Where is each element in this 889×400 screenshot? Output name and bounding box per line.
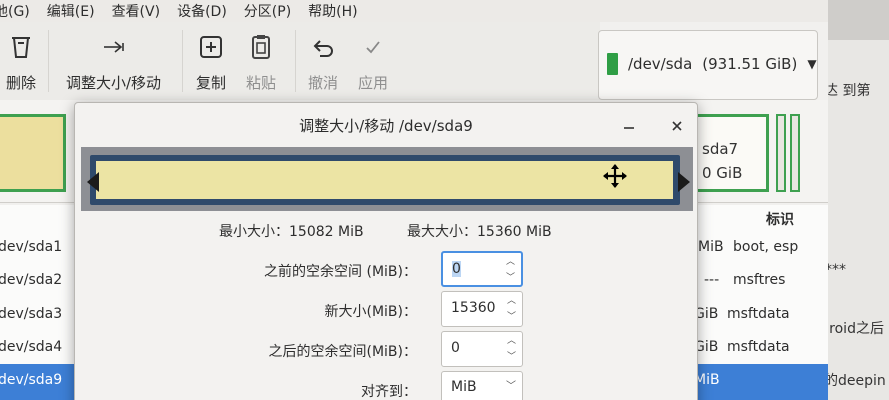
partition-block[interactable] [0, 114, 66, 192]
new-size-value: 15360 [451, 300, 496, 316]
background-text-line1: 了xdroid之后 [828, 321, 884, 337]
left-resize-handle[interactable] [87, 172, 99, 192]
menu-edit[interactable]: 编辑(E) [47, 1, 95, 21]
max-size-value: 15360 MiB [477, 224, 552, 240]
paste-icon [249, 32, 273, 62]
undo-label: 撤消 [308, 74, 339, 92]
partition-block-size: 0 GiB [702, 164, 743, 182]
chevron-up-icon[interactable]: ︿ [507, 296, 516, 306]
align-label: 对齐到： [361, 384, 417, 400]
copy-label: 复制 [196, 74, 227, 92]
move-cursor-icon [603, 164, 627, 188]
background-text: 达 到第 [828, 83, 871, 99]
partition-block[interactable] [776, 114, 786, 192]
max-size-caption: 最大大小： [407, 224, 477, 240]
partition-block-sda7[interactable]: sda7 0 GiB [695, 114, 769, 192]
close-icon [672, 121, 682, 131]
resize-move-button[interactable]: 调整大小/移动 [66, 32, 161, 93]
chevron-down-icon[interactable]: ﹀ [507, 352, 516, 362]
chevron-up-icon[interactable]: ︿ [507, 336, 516, 346]
min-size-caption: 最小大小： [219, 224, 289, 240]
toolbar-separator [48, 30, 49, 92]
chevron-down-icon[interactable]: ﹀ [507, 312, 516, 322]
delete-label: 删除 [6, 74, 37, 92]
paste-button[interactable]: 粘贴 [246, 32, 276, 93]
background-titlebar [828, 0, 889, 40]
paste-label: 粘贴 [246, 74, 277, 92]
align-select[interactable]: MiB ﹀ [441, 371, 523, 400]
chevron-down-icon: ﹀ [506, 381, 516, 392]
partition-block[interactable] [790, 114, 800, 192]
partition-block-text: sda7 0 GiB [702, 137, 742, 185]
delete-icon [9, 32, 33, 62]
partition-block-name: sda7 [702, 140, 739, 158]
device-selector[interactable]: /dev/sda (931.51 GiB) ▼ [598, 30, 818, 100]
background-text-line2: 最新的deepin [828, 373, 886, 389]
resize-move-label: 调整大小/移动 [66, 74, 162, 92]
partition-resize-fill[interactable] [96, 161, 673, 199]
copy-icon [198, 32, 224, 62]
free-before-value: 0 [452, 261, 461, 277]
align-value: MiB [451, 379, 477, 395]
menubar: 他(G) 编辑(E) 查看(V) 设备(D) 分区(P) 帮助(H) [0, 0, 828, 22]
header-flags: 标识 [766, 212, 794, 228]
menu-help[interactable]: 帮助(H) [308, 1, 357, 21]
new-size-label: 新大小(MiB)： [324, 304, 418, 320]
menu-view[interactable]: 查看(V) [112, 1, 161, 21]
chevron-down-icon[interactable]: ﹀ [506, 273, 515, 283]
free-after-input[interactable]: 0 ︿ ﹀ [441, 331, 523, 367]
min-size-value: 15082 MiB [289, 224, 364, 240]
undo-button[interactable]: 撤消 [308, 32, 338, 93]
menu-gparted[interactable]: 他(G) [0, 1, 30, 21]
undo-icon [310, 32, 336, 62]
new-size-input[interactable]: 15360 ︿ ﹀ [441, 291, 523, 327]
background-stars: **** [828, 262, 846, 278]
apply-button[interactable]: 应用 [358, 32, 388, 93]
free-after-label: 之后的空余空间(MiB)： [268, 344, 418, 360]
delete-button[interactable]: 删除 [6, 32, 36, 93]
chevron-down-icon: ▼ [807, 57, 817, 71]
apply-label: 应用 [358, 74, 389, 92]
device-label: /dev/sda [628, 55, 693, 73]
background-window: 达 到第 **** 了xdroid之后 最新的deepin [828, 0, 889, 400]
chevron-up-icon[interactable]: ︿ [506, 257, 515, 267]
right-resize-handle[interactable] [678, 172, 690, 192]
disk-icon [607, 53, 618, 75]
dialog-title: 调整大小/移动 /dev/sda9 [299, 116, 473, 135]
copy-button[interactable]: 复制 [196, 32, 226, 93]
min-size-label: 最小大小：15082 MiB [219, 221, 364, 241]
checkmark-icon [363, 32, 383, 62]
toolbar-separator [295, 30, 296, 92]
close-button[interactable] [666, 115, 688, 137]
resize-dialog: 调整大小/移动 /dev/sda9 最小大小：15082 MiB 最大大小：15… [74, 102, 698, 400]
free-before-input[interactable]: 0 ︿ ﹀ [441, 251, 523, 287]
menu-device[interactable]: 设备(D) [177, 1, 227, 21]
resize-move-icon [100, 32, 128, 62]
free-after-value: 0 [451, 340, 460, 356]
device-selector-content: /dev/sda (931.51 GiB) ▼ [607, 53, 817, 75]
minimize-icon [624, 127, 634, 129]
toolbar-separator [182, 30, 183, 92]
menu-partition[interactable]: 分区(P) [244, 1, 291, 21]
device-size: (931.51 GiB) [702, 55, 798, 73]
minimize-button[interactable] [618, 115, 640, 137]
free-before-label: 之前的空余空间 (MiB)： [264, 264, 417, 280]
toolbar: 删除 调整大小/移动 复制 粘贴 撤消 应用 [0, 22, 600, 102]
max-size-label: 最大大小：15360 MiB [407, 221, 552, 241]
